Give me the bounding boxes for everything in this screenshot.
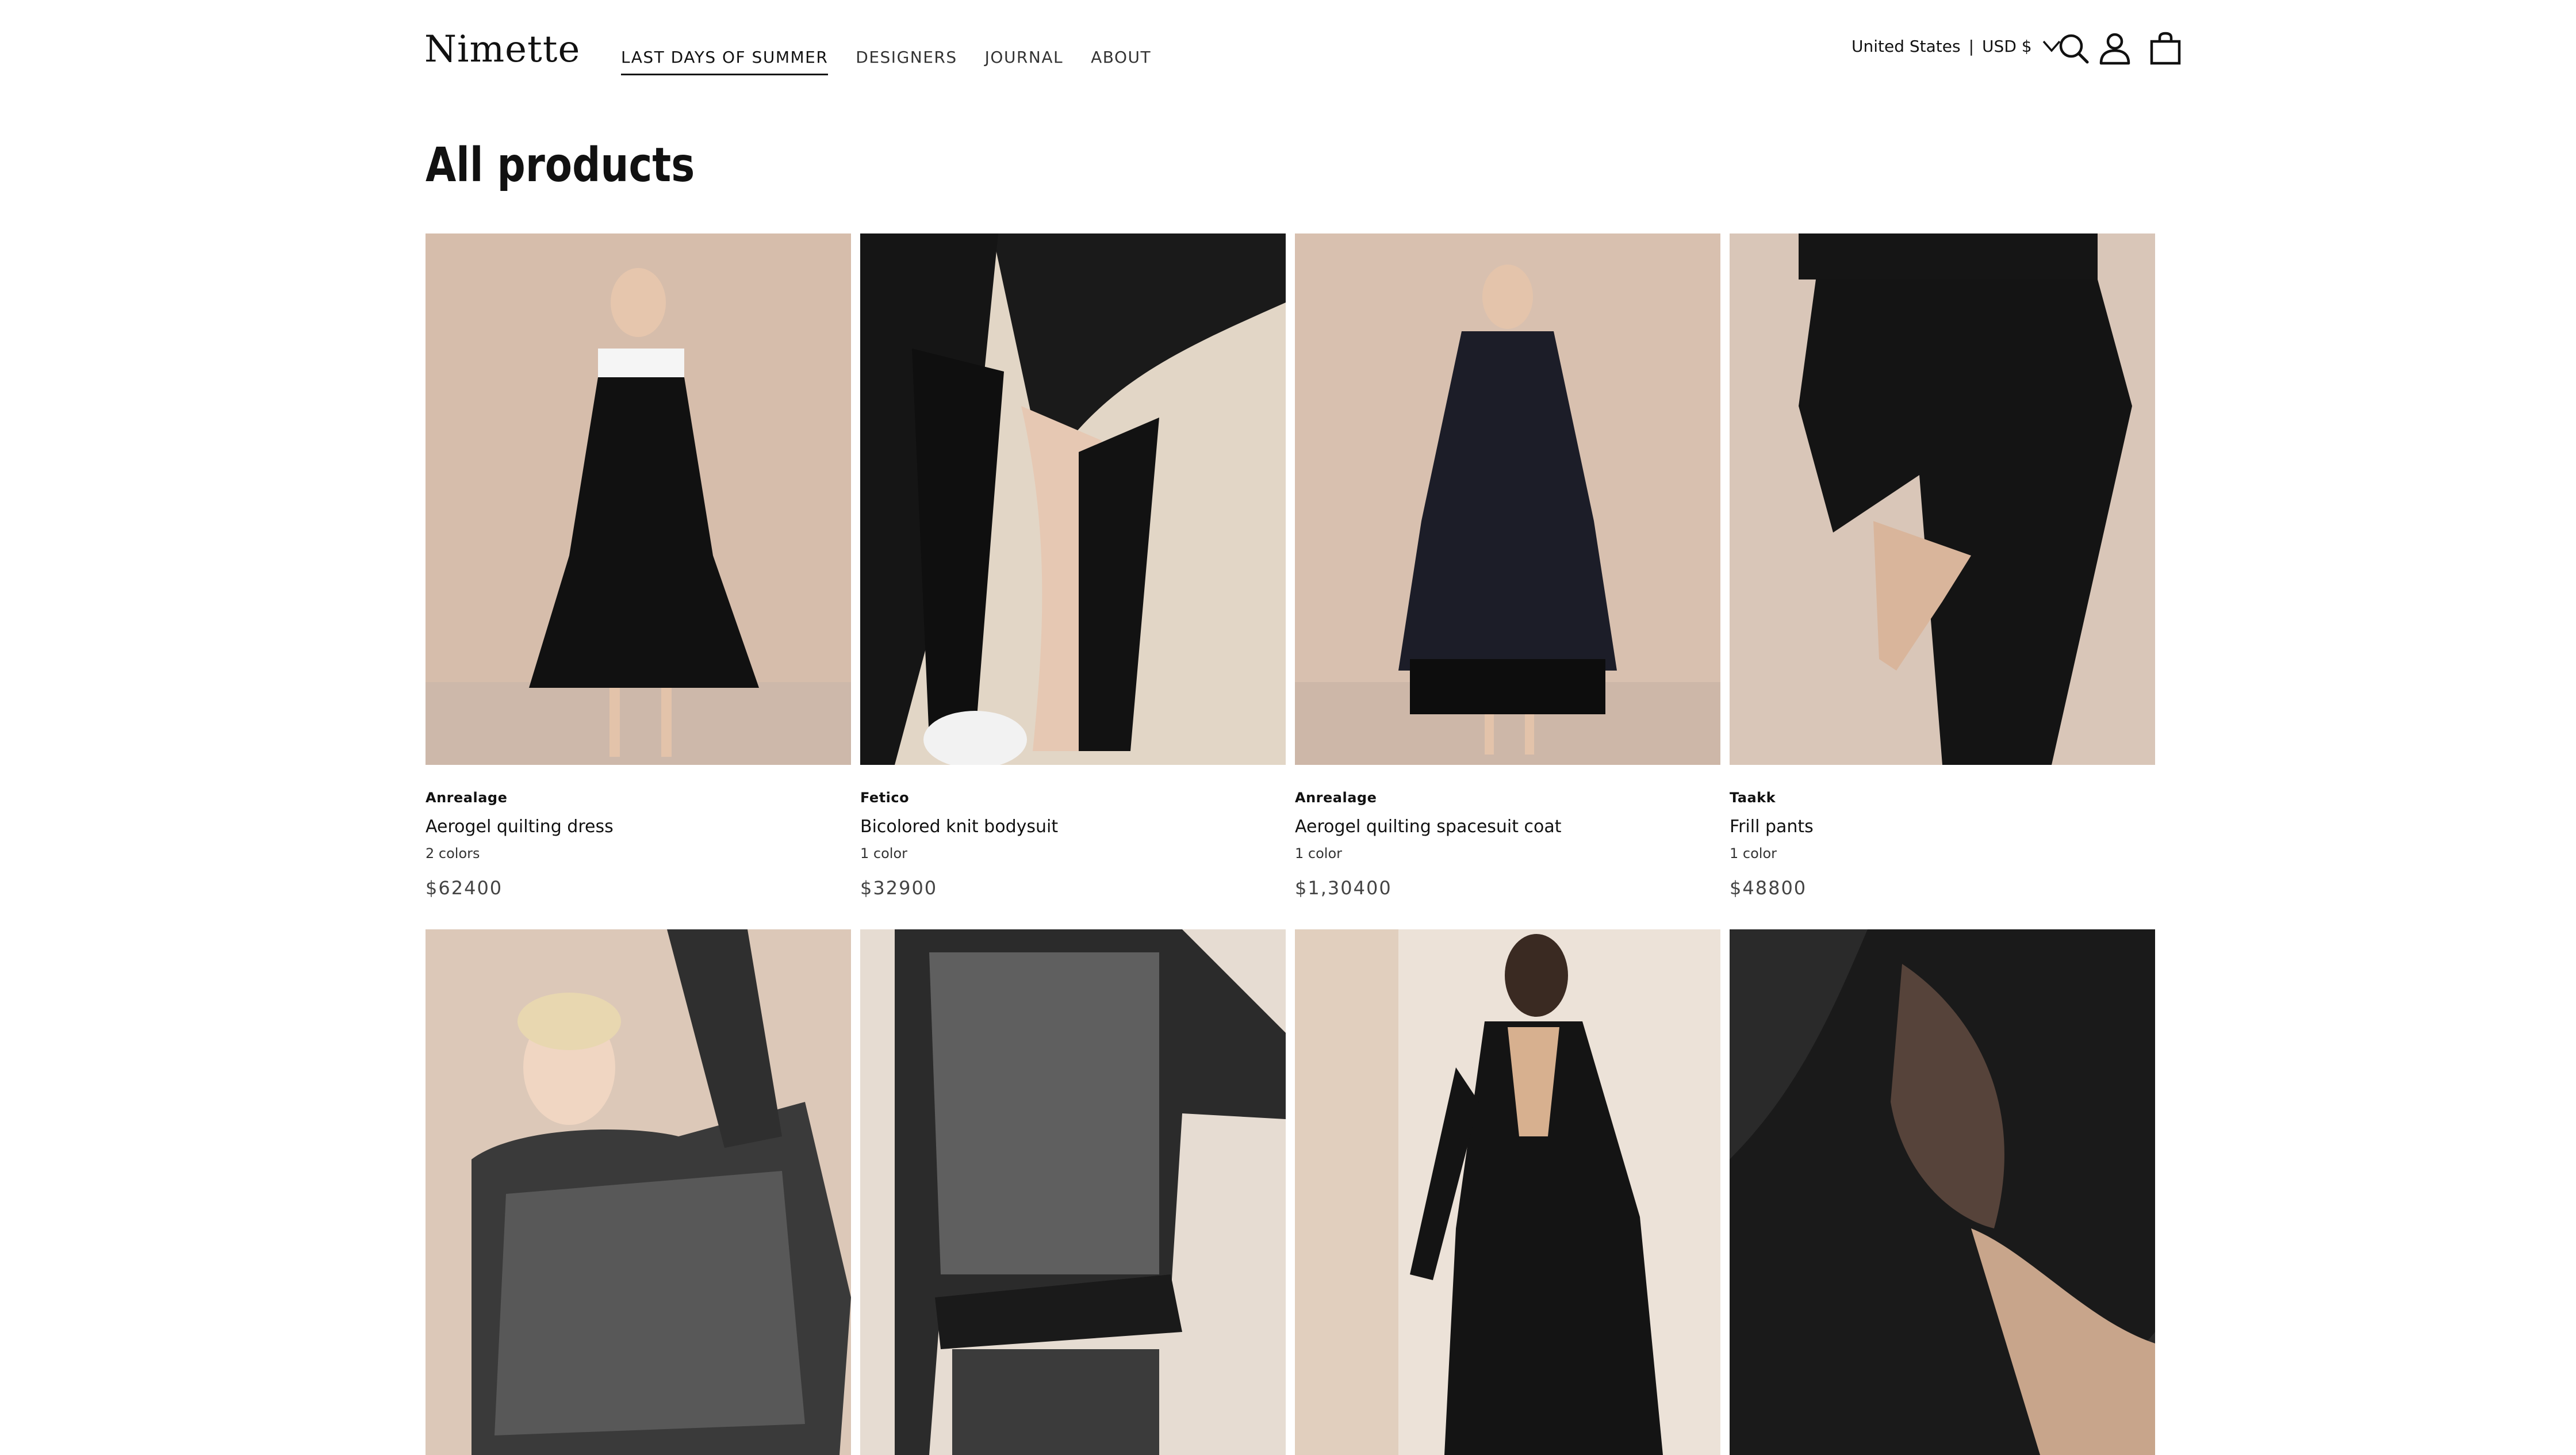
account-icon bbox=[2099, 33, 2130, 65]
page-title: All products bbox=[425, 138, 695, 193]
product-card[interactable]: Taakk Frill pants 1 color $48800 bbox=[1730, 233, 2155, 899]
nav-about[interactable]: ABOUT bbox=[1091, 44, 1151, 75]
nav-journal[interactable]: JOURNAL bbox=[985, 44, 1063, 75]
product-card[interactable] bbox=[860, 929, 1286, 1455]
product-colors: 1 color bbox=[860, 845, 907, 861]
product-name[interactable]: Aerogel quilting spacesuit coat bbox=[1295, 815, 1720, 838]
product-designer: Fetico bbox=[860, 790, 910, 806]
product-price: $32900 bbox=[860, 877, 938, 899]
product-photo bbox=[1730, 929, 2155, 1455]
product-name[interactable]: Frill pants bbox=[1730, 815, 2155, 838]
product-photo bbox=[1295, 929, 1720, 1455]
search-button[interactable] bbox=[2055, 30, 2092, 67]
product-photo bbox=[425, 233, 851, 765]
product-image[interactable] bbox=[1730, 929, 2155, 1455]
product-photo bbox=[1295, 233, 1720, 765]
product-card[interactable]: Fetico Bicolored knit bodysuit 1 color $… bbox=[860, 233, 1286, 899]
product-colors: 1 color bbox=[1730, 845, 1777, 861]
product-designer: Anrealage bbox=[425, 790, 508, 806]
product-colors: 2 colors bbox=[425, 845, 480, 861]
nav-designers[interactable]: DESIGNERS bbox=[856, 44, 957, 75]
account-button[interactable] bbox=[2096, 30, 2133, 67]
product-image[interactable] bbox=[1295, 929, 1720, 1455]
product-card[interactable]: Anrealage Aerogel quilting dress 2 color… bbox=[425, 233, 851, 899]
main-nav: LAST DAYS OF SUMMER DESIGNERS JOURNAL AB… bbox=[621, 44, 1151, 75]
cart-icon bbox=[2150, 32, 2181, 65]
brand-logo[interactable]: Nimette bbox=[424, 25, 580, 74]
product-designer: Anrealage bbox=[1295, 790, 1377, 806]
locale-selector[interactable]: United States | USD $ bbox=[1851, 33, 2063, 59]
product-designer: Taakk bbox=[1730, 790, 1776, 806]
product-image[interactable] bbox=[425, 929, 851, 1455]
product-card[interactable] bbox=[1730, 929, 2155, 1455]
product-photo bbox=[425, 929, 851, 1455]
product-image[interactable] bbox=[860, 233, 1286, 765]
search-icon bbox=[2059, 34, 2089, 64]
product-photo bbox=[860, 233, 1286, 765]
product-price: $48800 bbox=[1730, 877, 1807, 899]
product-price: $62400 bbox=[425, 877, 503, 899]
product-card[interactable]: Anrealage Aerogel quilting spacesuit coa… bbox=[1295, 233, 1720, 899]
product-price: $1,30400 bbox=[1295, 877, 1392, 899]
cart-button[interactable] bbox=[2147, 30, 2184, 67]
product-image[interactable] bbox=[1295, 233, 1720, 765]
product-image[interactable] bbox=[1730, 233, 2155, 765]
product-photo bbox=[1730, 233, 2155, 765]
product-name[interactable]: Aerogel quilting dress bbox=[425, 815, 851, 838]
product-card[interactable] bbox=[1295, 929, 1720, 1455]
currency-label: USD $ bbox=[1982, 36, 2032, 56]
product-photo bbox=[860, 929, 1286, 1455]
product-colors: 1 color bbox=[1295, 845, 1342, 861]
product-image[interactable] bbox=[425, 233, 851, 765]
product-grid: Anrealage Aerogel quilting dress 2 color… bbox=[425, 233, 2155, 1455]
locale-separator: | bbox=[1968, 36, 1975, 56]
product-image[interactable] bbox=[860, 929, 1286, 1455]
product-name[interactable]: Bicolored knit bodysuit bbox=[860, 815, 1286, 838]
country-label: United States bbox=[1851, 36, 1961, 56]
product-card[interactable] bbox=[425, 929, 851, 1455]
nav-last-days-of-summer[interactable]: LAST DAYS OF SUMMER bbox=[621, 44, 829, 75]
